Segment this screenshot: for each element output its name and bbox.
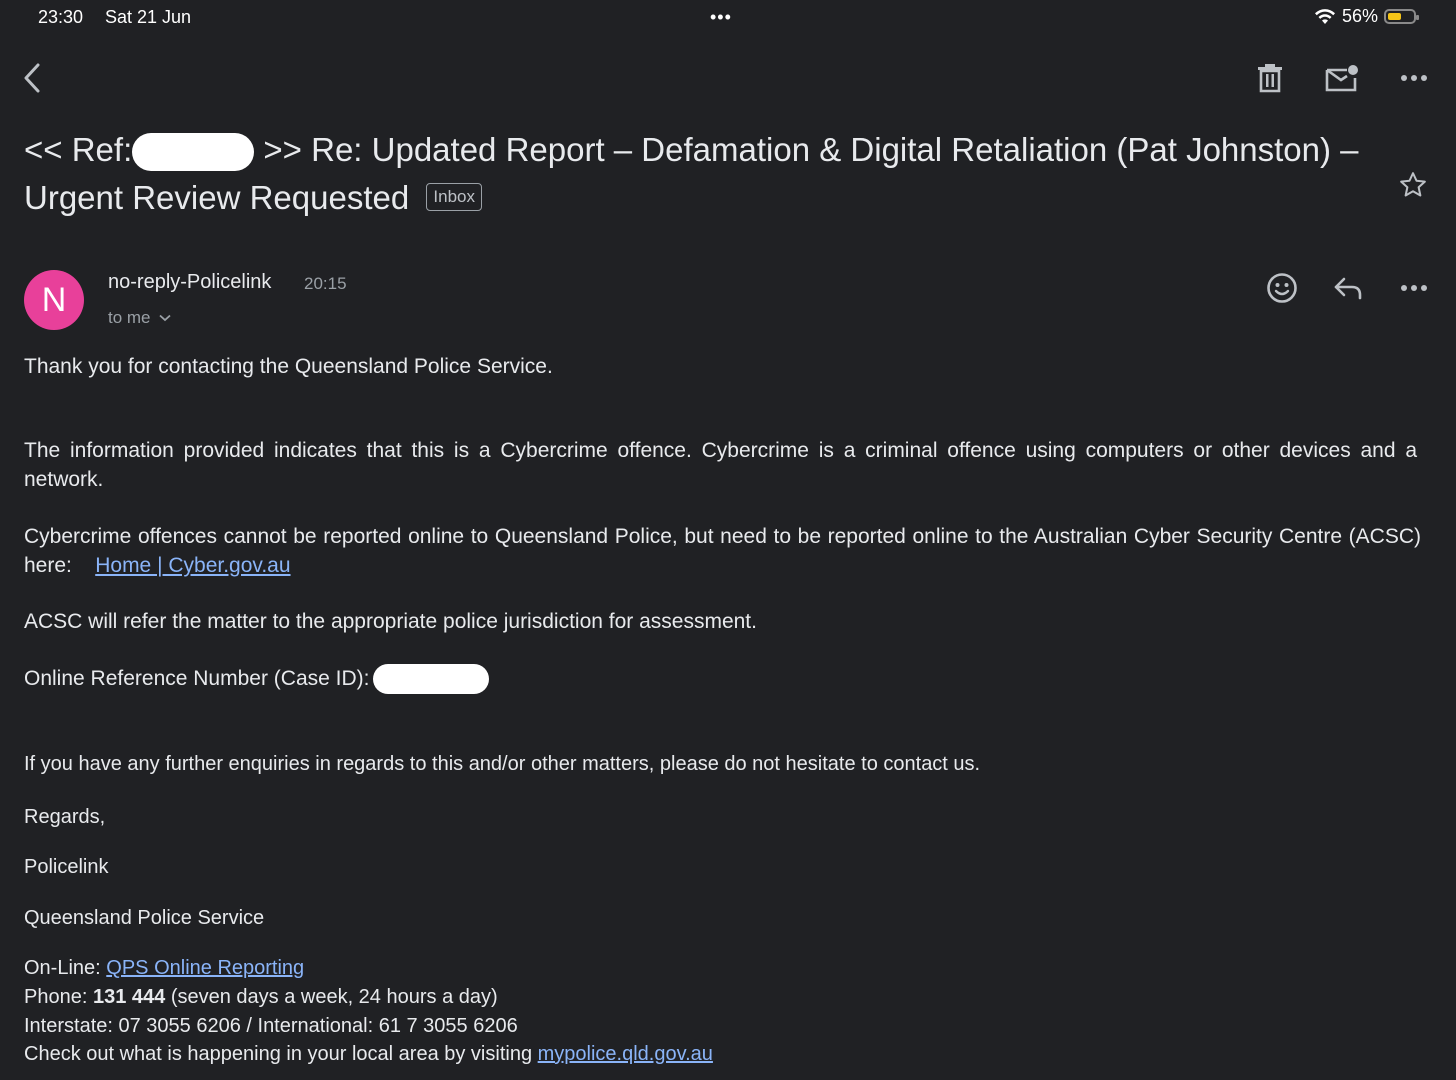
multitasking-dots[interactable]: ••• — [710, 7, 732, 28]
qps-online-reporting-link[interactable]: QPS Online Reporting — [106, 957, 304, 979]
reply-button[interactable] — [1325, 265, 1371, 311]
sign-off: Regards, — [24, 806, 106, 828]
message-time: 20:15 — [304, 274, 347, 293]
cyber-gov-link[interactable]: Home | Cyber.gov.au — [95, 554, 290, 577]
smiley-icon — [1267, 273, 1297, 303]
chevron-left-icon — [24, 63, 40, 93]
body-paragraph: If you have any further enquiries in reg… — [24, 753, 981, 775]
phone-note: (seven days a week, 24 hours a day) — [170, 986, 498, 1008]
more-horizontal-icon — [1401, 75, 1427, 81]
reply-icon — [1334, 277, 1362, 300]
avatar[interactable]: N — [24, 270, 84, 330]
body-paragraph: ACSC will refer the matter to the approp… — [24, 610, 757, 633]
redacted-case-id — [373, 664, 490, 695]
phone-label: Phone: — [24, 986, 88, 1008]
body-paragraph: Online Reference Number (Case ID): — [24, 664, 490, 695]
signature-name: Policelink — [24, 856, 109, 878]
mark-unread-button[interactable] — [1319, 55, 1365, 101]
body-paragraph: Cybercrime offences cannot be reported o… — [24, 522, 1421, 580]
battery-tip — [1416, 15, 1419, 20]
body-paragraph: The information provided indicates that … — [24, 439, 1417, 491]
online-label: On-Line: — [24, 957, 101, 979]
delete-button[interactable] — [1247, 55, 1293, 101]
battery-icon — [1384, 9, 1419, 24]
react-button[interactable] — [1259, 265, 1305, 311]
contact-interstate: Interstate: 07 3055 6206 / International… — [24, 1015, 518, 1037]
signature-org: Queensland Police Service — [24, 907, 265, 929]
wifi-icon — [1314, 8, 1335, 24]
contact-online: On-Line: QPS Online Reporting — [24, 954, 304, 983]
trash-icon — [1258, 64, 1282, 93]
body-paragraph: Thank you for contacting the Queensland … — [24, 355, 553, 378]
star-button[interactable] — [1390, 162, 1436, 208]
chevron-down-icon — [158, 314, 171, 322]
mail-unread-icon — [1325, 65, 1358, 92]
inbox-label[interactable]: Inbox — [426, 183, 482, 212]
status-indicators: 56% — [1314, 6, 1419, 27]
more-options-button[interactable] — [1391, 55, 1437, 101]
sender-name[interactable]: no-reply-Policelink — [108, 271, 271, 294]
redacted-reference — [132, 133, 255, 172]
contact-phone: Phone: 131 444 (seven days a week, 24 ho… — [24, 983, 498, 1012]
battery-percent: 56% — [1341, 6, 1378, 26]
back-button[interactable] — [10, 55, 56, 101]
mypolice-link[interactable]: mypolice.qld.gov.au — [538, 1043, 713, 1065]
subject-prefix: << Ref: — [24, 131, 133, 168]
battery-level — [1388, 13, 1401, 20]
recipient-label: to me — [108, 308, 151, 327]
case-id-label: Online Reference Number (Case ID): — [24, 667, 370, 690]
phone-number: 131 444 — [92, 986, 166, 1008]
status-bar: 23:30 Sat 21 Jun ••• 56% — [0, 0, 1456, 36]
status-date: Sat 21 Jun — [105, 7, 192, 27]
contact-local: Check out what is happening in your loca… — [24, 1040, 713, 1069]
star-icon — [1400, 172, 1426, 197]
email-subject: << Ref: >> Re: Updated Report – Defamati… — [24, 126, 1364, 222]
more-horizontal-icon — [1401, 285, 1427, 291]
message-more-button[interactable] — [1391, 265, 1437, 311]
local-text: Check out what is happening in your loca… — [24, 1043, 533, 1065]
status-time: 23:30 — [38, 7, 84, 27]
recipient-details-toggle[interactable]: to me — [108, 308, 171, 328]
toolbar — [0, 55, 1456, 101]
